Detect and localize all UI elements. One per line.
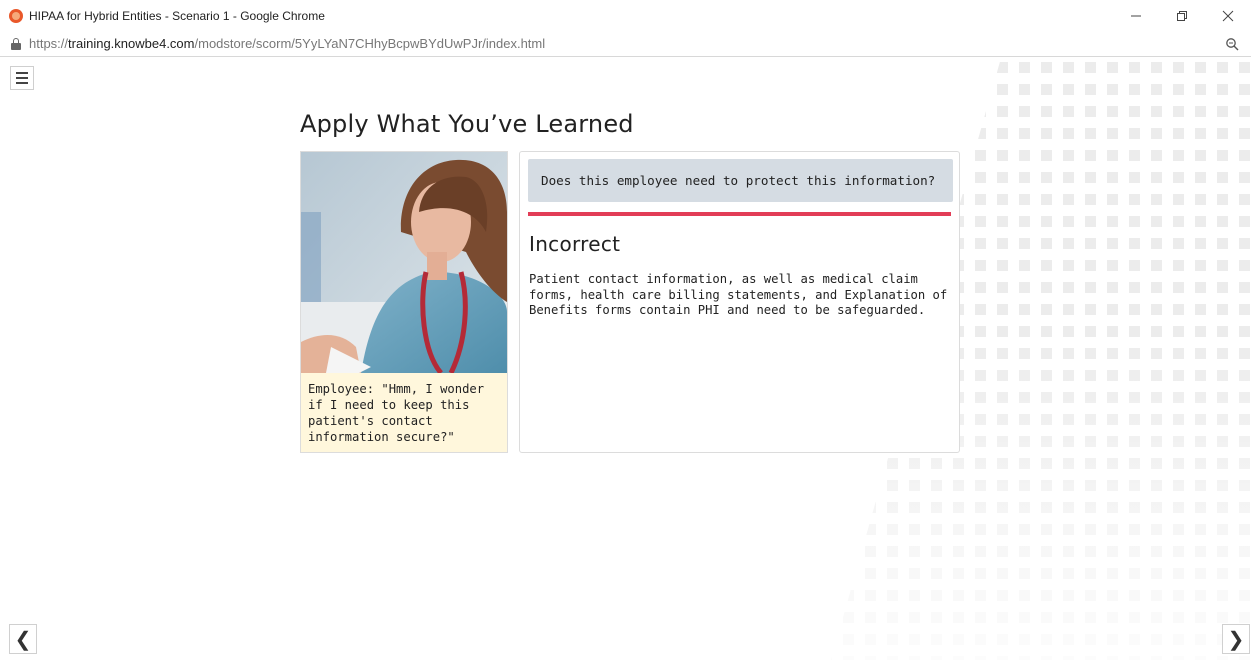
feedback-card: Does this employee need to protect this … xyxy=(519,151,960,453)
next-button[interactable]: ❯ xyxy=(1222,624,1250,654)
favicon-icon xyxy=(9,8,23,23)
page-title: Apply What You’ve Learned xyxy=(300,110,634,138)
lock-icon xyxy=(11,37,21,50)
minimize-button[interactable] xyxy=(1113,0,1159,31)
employee-caption: Employee: "Hmm, I wonder if I need to ke… xyxy=(308,382,485,444)
hamburger-menu-button[interactable] xyxy=(10,66,34,90)
course-page: Apply What You’ve Learned Employee: "Hmm… xyxy=(0,58,1251,660)
chevron-right-icon: ❯ xyxy=(1227,628,1245,651)
window-controls xyxy=(1113,0,1251,31)
scenario-card: Employee: "Hmm, I wonder if I need to ke… xyxy=(300,151,508,453)
browser-titlebar: HIPAA for Hybrid Entities - Scenario 1 -… xyxy=(0,0,1251,31)
url-path: /modstore/scorm/5YyLYaN7CHhyBcpwBYdUwPJr… xyxy=(194,36,546,51)
hamburger-menu-icon xyxy=(16,72,28,74)
close-button[interactable] xyxy=(1205,0,1251,31)
address-bar[interactable]: https://training.knowbe4.com/modstore/sc… xyxy=(0,31,1251,57)
minimize-icon xyxy=(1131,15,1141,16)
zoom-icon[interactable] xyxy=(1225,37,1239,51)
nurse-photo xyxy=(301,152,507,373)
question-banner: Does this employee need to protect this … xyxy=(528,159,953,202)
url-prefix: https:// xyxy=(29,36,69,51)
previous-button[interactable]: ❮ xyxy=(9,624,37,654)
window-title: HIPAA for Hybrid Entities - Scenario 1 -… xyxy=(29,8,325,23)
incorrect-indicator-bar xyxy=(528,212,951,216)
url-text[interactable]: https://training.knowbe4.com/modstore/sc… xyxy=(29,36,545,51)
chevron-left-icon: ❮ xyxy=(14,628,32,651)
result-explanation: Patient contact information, as well as … xyxy=(529,272,948,317)
result-title: Incorrect xyxy=(529,232,621,256)
restore-icon xyxy=(1177,10,1187,21)
close-icon xyxy=(1222,10,1234,21)
url-host: training.knowbe4.com xyxy=(68,36,195,51)
restore-button[interactable] xyxy=(1159,0,1205,31)
